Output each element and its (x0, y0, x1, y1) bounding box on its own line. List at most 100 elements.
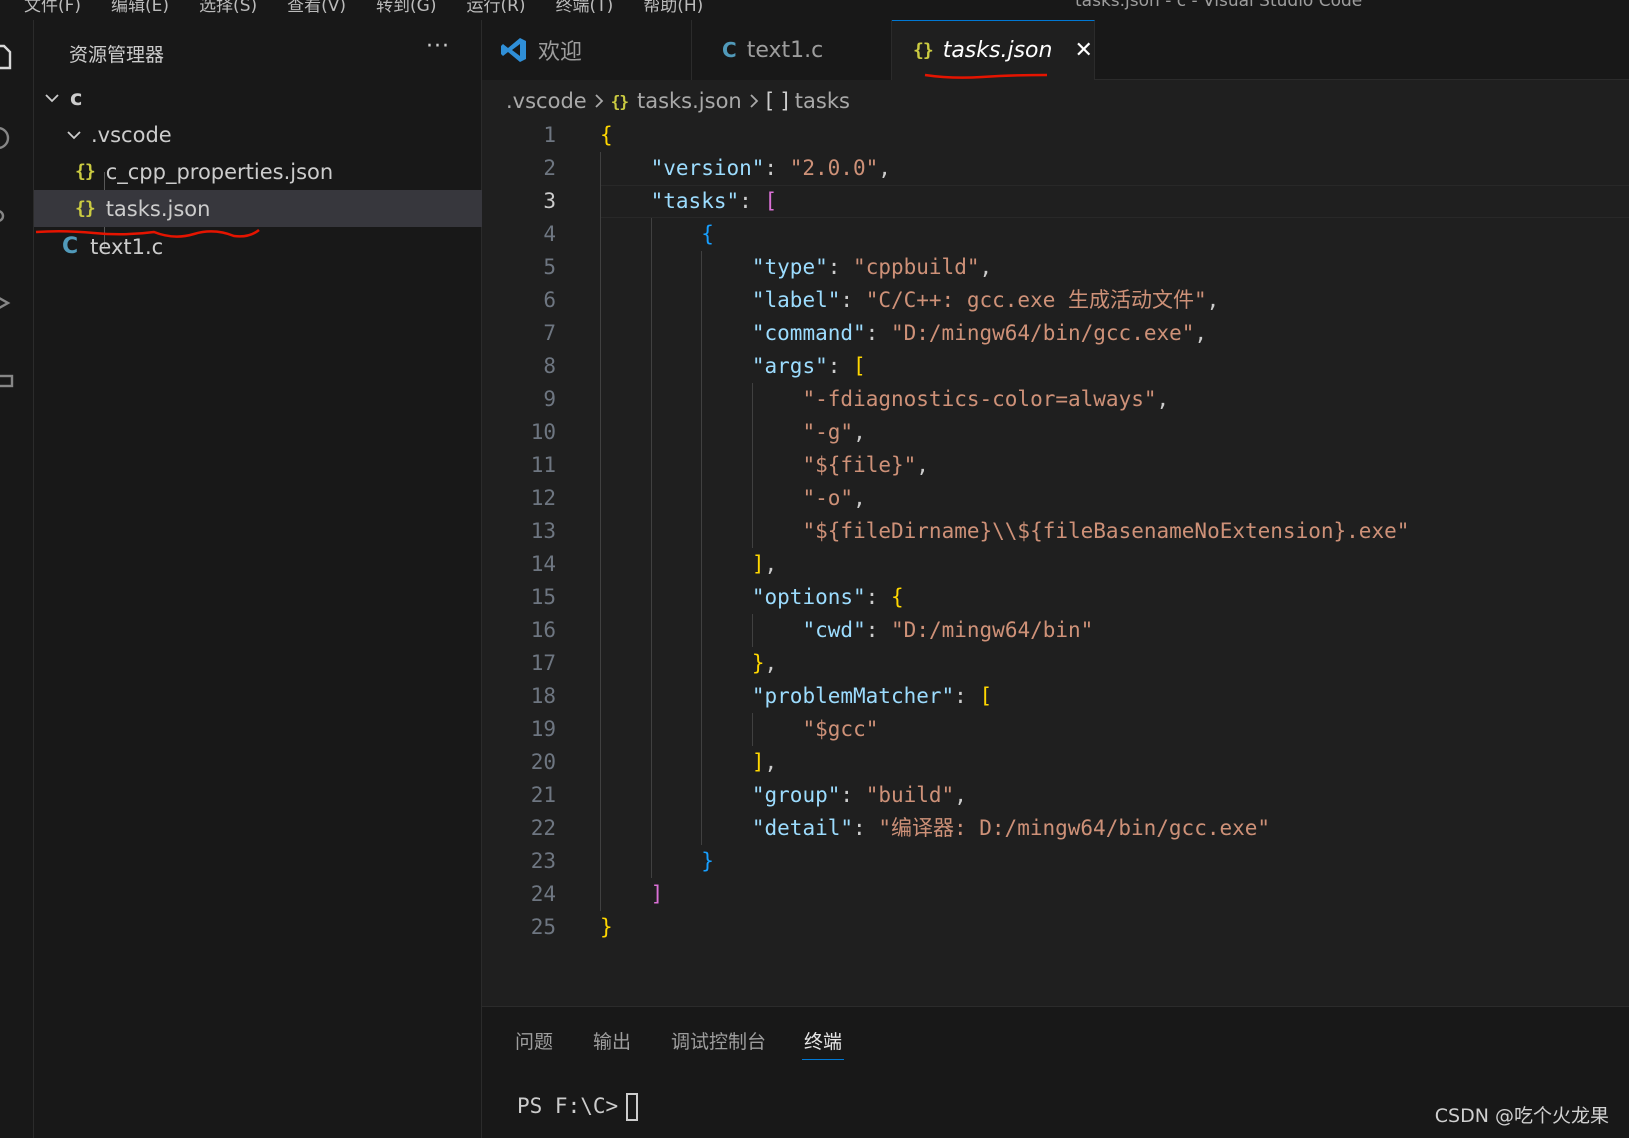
code-text: ], (751, 750, 778, 774)
line-number: 3 (543, 189, 556, 213)
menu-selection[interactable]: 选择(S) (199, 0, 257, 16)
search-icon[interactable] (0, 124, 14, 154)
code-line[interactable]: 24 ] (482, 878, 1629, 911)
code-line[interactable]: 15 "options": { (482, 581, 1629, 614)
explorer-sidebar: 资源管理器 ··· c .vscode {} c_cpp_properties.… (34, 20, 482, 1138)
close-icon[interactable]: ✕ (1074, 38, 1092, 63)
code-line[interactable]: 10 "-g", (482, 416, 1629, 449)
tab-tasks-json[interactable]: {} tasks.json ✕ (892, 20, 1095, 80)
line-number: 12 (530, 486, 556, 510)
code-text: "problemMatcher": [ (751, 684, 993, 708)
tab-debug-console[interactable]: 调试控制台 (671, 1027, 766, 1054)
code-line[interactable]: 14 ], (482, 548, 1629, 581)
code-line[interactable]: 12 "-o", (482, 482, 1629, 515)
code-text: "args": [ (751, 354, 866, 378)
menu-help[interactable]: 帮助(H) (643, 0, 703, 16)
extensions-icon[interactable] (0, 370, 14, 400)
breadcrumb-file[interactable]: tasks.json (637, 89, 742, 113)
code-line[interactable]: 9 "-fdiagnostics-color=always", (482, 383, 1629, 416)
tree-file-text1-c[interactable]: C text1.c (34, 228, 482, 265)
source-control-icon[interactable] (0, 206, 14, 236)
menu-bar: 文件(F) 编辑(E) 选择(S) 查看(V) 转到(G) 运行(R) 终端(T… (0, 0, 1629, 20)
code-line[interactable]: 8 "args": [ (482, 350, 1629, 383)
menu-file[interactable]: 文件(F) (24, 0, 81, 16)
code-line[interactable]: 19 "$gcc" (482, 713, 1629, 746)
code-line[interactable]: 6 "label": "C/C++: gcc.exe 生成活动文件", (482, 284, 1629, 317)
code-line[interactable]: 25} (482, 911, 1629, 944)
chevron-right-icon (750, 94, 759, 108)
tab-problems[interactable]: 问题 (515, 1027, 553, 1054)
breadcrumb-symbol[interactable]: tasks (795, 89, 850, 113)
terminal[interactable]: PS F:\C> (517, 1093, 639, 1121)
tree-folder-c[interactable]: c (34, 79, 482, 116)
code-text: "cwd": "D:/mingw64/bin" (802, 618, 1094, 642)
run-debug-icon[interactable] (0, 288, 14, 318)
terminal-cursor (626, 1093, 639, 1121)
code-line[interactable]: 1{ (482, 119, 1629, 152)
tree-label: c (70, 85, 83, 110)
tab-welcome[interactable]: 欢迎 (482, 20, 692, 80)
code-text: "-fdiagnostics-color=always", (802, 387, 1170, 411)
tree-folder-vscode[interactable]: .vscode (34, 116, 482, 153)
line-number: 2 (543, 156, 556, 180)
code-text: } (701, 849, 714, 873)
line-number: 6 (543, 288, 556, 312)
chevron-down-icon (67, 130, 81, 139)
chevron-right-icon (595, 94, 603, 108)
json-file-icon: {} (913, 40, 934, 61)
line-number: 5 (543, 255, 556, 279)
code-line[interactable]: 11 "${file}", (482, 449, 1629, 482)
code-line[interactable]: 2 "version": "2.0.0", (482, 152, 1629, 185)
code-text: "version": "2.0.0", (650, 156, 891, 180)
code-text: ] (650, 882, 664, 906)
menu-run[interactable]: 运行(R) (466, 0, 525, 16)
vscode-logo-icon (500, 36, 528, 64)
code-line[interactable]: 18 "problemMatcher": [ (482, 680, 1629, 713)
code-line[interactable]: 20 ], (482, 746, 1629, 779)
tree-file-c-cpp-properties[interactable]: {} c_cpp_properties.json (34, 153, 482, 190)
editor-tabs: 欢迎 C text1.c {} tasks.json ✕ (482, 20, 1629, 80)
tab-terminal[interactable]: 终端 (804, 1027, 842, 1054)
menu-edit[interactable]: 编辑(E) (111, 0, 169, 16)
tree-label: c_cpp_properties.json (105, 159, 334, 184)
line-number: 11 (530, 453, 556, 477)
code-line[interactable]: 4 { (482, 218, 1629, 251)
window-title: tasks.json - c - Visual Studio Code (1075, 0, 1363, 11)
tree-label: .vscode (91, 122, 172, 147)
code-line[interactable]: 17 }, (482, 647, 1629, 680)
code-text: "-o", (802, 486, 866, 510)
code-line[interactable]: 3 "tasks": [ (482, 185, 1629, 218)
tab-label: tasks.json (942, 38, 1053, 63)
code-line[interactable]: 22 "detail": "编译器: D:/mingw64/bin/gcc.ex… (482, 812, 1629, 845)
menu-view[interactable]: 查看(V) (287, 0, 346, 16)
breadcrumb-folder[interactable]: .vscode (506, 89, 587, 113)
code-text: "options": { (751, 585, 904, 609)
line-number: 18 (530, 684, 556, 708)
tree-file-tasks-json[interactable]: {} tasks.json (34, 190, 482, 227)
code-text: "group": "build", (751, 783, 967, 807)
code-line[interactable]: 21 "group": "build", (482, 779, 1629, 812)
activity-bar (0, 20, 34, 1138)
line-number: 22 (530, 816, 556, 840)
menu-go[interactable]: 转到(G) (376, 0, 436, 16)
explorer-icon[interactable] (0, 42, 14, 72)
line-number: 16 (530, 618, 556, 642)
tab-text1-c[interactable]: C text1.c (692, 20, 892, 80)
code-editor[interactable]: 1{2 "version": "2.0.0", 3 "tasks": [4 {5 … (482, 116, 1629, 1006)
terminal-prompt: PS F:\C> (517, 1094, 619, 1118)
menu-items: 文件(F) 编辑(E) 选择(S) 查看(V) 转到(G) 运行(R) 终端(T… (24, 0, 703, 16)
code-line[interactable]: 23 } (482, 845, 1629, 878)
tab-output[interactable]: 输出 (593, 1027, 631, 1054)
menu-terminal[interactable]: 终端(T) (556, 0, 614, 16)
code-text: { (701, 222, 714, 246)
code-line[interactable]: 16 "cwd": "D:/mingw64/bin" (482, 614, 1629, 647)
line-number: 9 (543, 387, 556, 411)
more-actions-icon[interactable]: ··· (426, 34, 450, 59)
watermark: CSDN @吃个火龙果 (1434, 1105, 1609, 1127)
code-line[interactable]: 13 "${fileDirname}\\${fileBasenameNoExte… (482, 515, 1629, 548)
code-line[interactable]: 5 "type": "cppbuild", (482, 251, 1629, 284)
code-line[interactable]: 7 "command": "D:/mingw64/bin/gcc.exe", (482, 317, 1629, 350)
tab-label: text1.c (746, 37, 824, 63)
code-text: "-g", (802, 420, 866, 444)
line-number: 15 (530, 585, 556, 609)
